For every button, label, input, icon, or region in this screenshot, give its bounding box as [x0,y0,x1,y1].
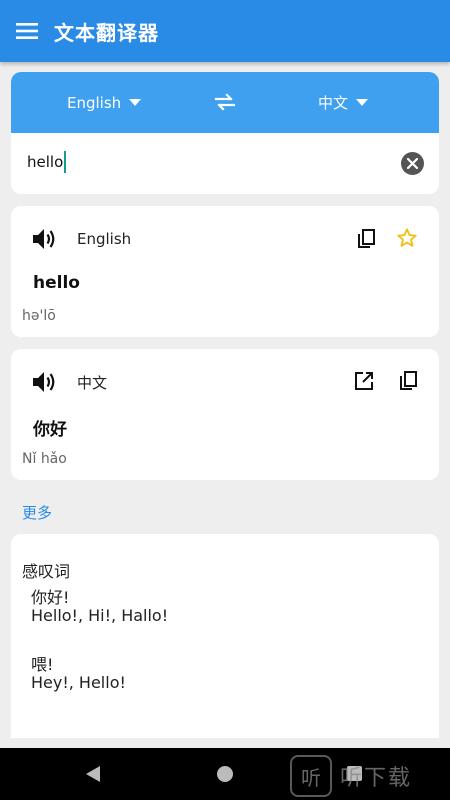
copy-source-button[interactable] [355,227,379,251]
chevron-down-icon [356,99,369,106]
home-icon[interactable] [217,766,233,782]
open-external-button[interactable] [352,369,376,393]
target-speak-button[interactable] [31,369,57,395]
source-language-label: English [67,93,122,112]
copy-target-button[interactable] [397,369,421,393]
translate-input[interactable]: hello [27,151,67,173]
input-card: English 中文 hello [11,72,439,194]
part-of-speech-label: 感叹词 [22,562,71,581]
app-bar: 文本翻译器 [0,0,450,62]
target-text: 你好 [33,420,67,440]
target-card-language: 中文 [77,374,108,392]
source-result-card: English hello hə'lō [11,206,439,337]
more-link[interactable]: 更多 [22,502,52,523]
copy-icon [358,229,375,248]
target-language-select[interactable]: 中文 [318,72,369,133]
hamburger-icon [16,23,38,39]
dictionary-word: 喂! [31,655,54,674]
dictionary-translations: Hello!, Hi!, Hallo! [31,606,169,625]
input-row: hello [11,133,439,194]
watermark: 听 听下载 [290,754,450,798]
source-card-language: English [77,230,132,248]
language-bar: English 中文 [11,72,439,133]
back-icon[interactable] [86,766,100,782]
clear-input-button[interactable] [401,152,424,175]
menu-button[interactable] [0,0,54,62]
dictionary-card: 感叹词 你好! Hello!, Hi!, Hallo! 喂! Hey!, Hel… [11,534,439,738]
chevron-down-icon [129,99,142,106]
source-speak-button[interactable] [31,226,57,252]
watermark-logo: 听 [290,755,332,797]
close-icon [407,158,418,169]
source-phonetic: hə'lō [22,308,56,324]
speaker-icon [33,229,55,249]
watermark-text: 听下载 [340,766,413,791]
target-result-card: 中文 你好 Nǐ hǎo [11,349,439,480]
app-title: 文本翻译器 [54,20,159,45]
target-language-label: 中文 [318,94,349,112]
source-text: hello [33,273,80,293]
star-icon [397,228,417,247]
dictionary-translations: Hey!, Hello! [31,673,126,692]
copy-icon [400,371,417,390]
swap-icon [214,93,236,111]
source-language-select[interactable]: English [67,72,142,133]
open-external-icon [355,372,373,390]
speaker-icon [33,372,55,392]
favorite-button[interactable] [395,226,419,250]
swap-languages-button[interactable] [213,90,237,114]
target-phonetic: Nǐ hǎo [22,451,67,467]
dictionary-word: 你好! [31,588,70,607]
